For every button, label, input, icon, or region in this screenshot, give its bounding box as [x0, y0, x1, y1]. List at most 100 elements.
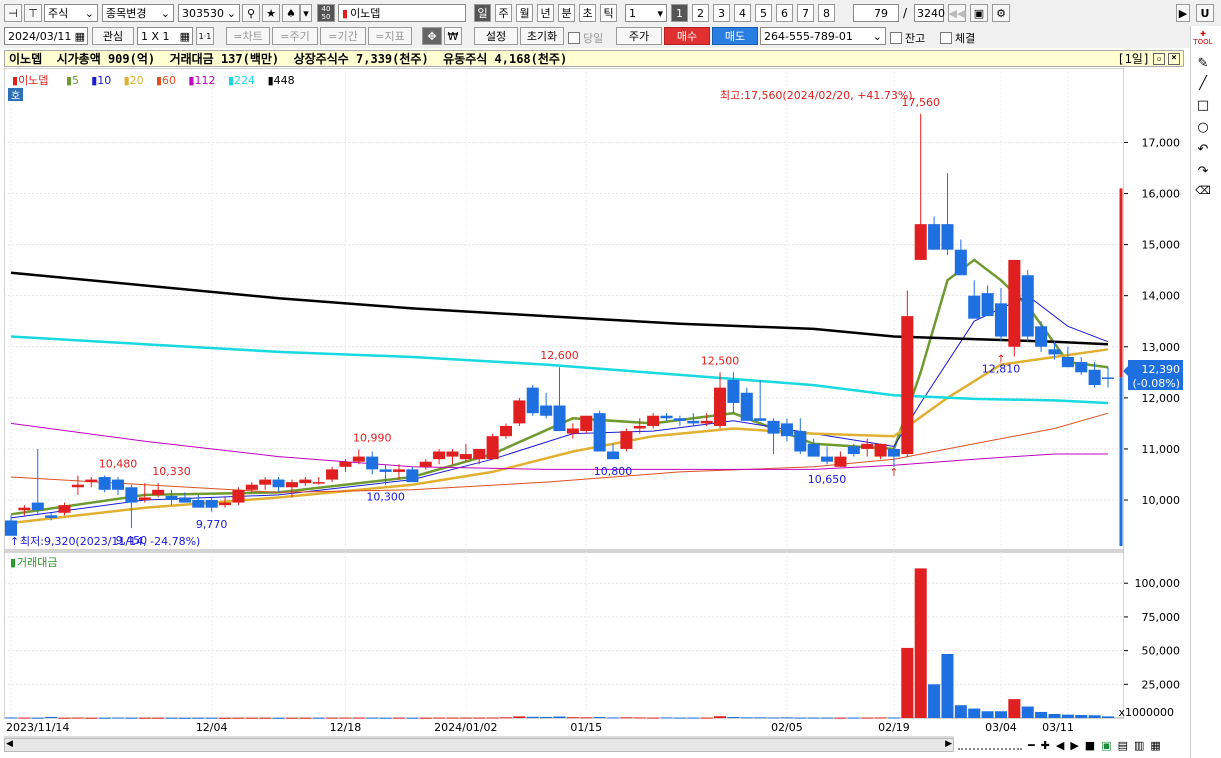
count-input[interactable]: 79 [853, 4, 899, 22]
save-icon[interactable]: ▣ [970, 4, 988, 22]
erase-all-icon[interactable]: ⌫ [1191, 184, 1215, 197]
tab-40-50[interactable]: 40 50 [317, 4, 335, 22]
price-button[interactable]: 주가 [616, 27, 662, 45]
volume-bar [606, 717, 620, 719]
excel-icon[interactable]: ▣ [1101, 739, 1111, 752]
scroll-right-icon[interactable]: ▶ [945, 739, 952, 749]
won-icon[interactable]: ₩ [444, 27, 462, 45]
chart-area[interactable]: 10,000 11,000 12,000 13,000 14,000 15,000 16,0… [3, 67, 1188, 738]
page-tab[interactable]: 2 [692, 4, 709, 22]
chart-button[interactable]: =차트 [226, 27, 270, 45]
period-tab[interactable]: 월 [516, 4, 533, 22]
up-icon[interactable]: ⊤ [24, 4, 42, 22]
scroll-left-icon[interactable]: ◀ [6, 739, 13, 749]
volume-bar [392, 717, 405, 719]
balance-checkbox[interactable]: 잔고 [890, 30, 925, 46]
star-icon[interactable]: ★ [262, 4, 280, 22]
buy-button[interactable]: 매수 [664, 27, 710, 45]
redo-icon[interactable]: ↷ [1191, 164, 1215, 179]
period-tab[interactable]: 주 [495, 4, 512, 22]
search-icon[interactable]: ⚲ [242, 4, 260, 22]
candle [232, 489, 245, 503]
horizontal-scrollbar[interactable]: ◀ ▶ [4, 738, 954, 752]
filled-label: 체결 [955, 32, 976, 45]
volume-bar [513, 716, 526, 718]
code-input[interactable]: 303530 ⌄ [178, 4, 240, 22]
expand-icon[interactable]: ▦ [1150, 739, 1160, 752]
chart-svg[interactable]: 10,000 11,000 12,000 13,000 14,000 15,000 16,0… [3, 67, 1188, 738]
candle [513, 400, 526, 424]
chevron-down-icon: ⌄ [84, 6, 94, 20]
candle [767, 420, 780, 434]
zoom-in-icon[interactable]: ✚ [1041, 739, 1050, 752]
period-tab[interactable]: 년 [537, 4, 554, 22]
rectangle-icon[interactable]: □ [1191, 98, 1215, 113]
chevron-down-icon: ⌄ [160, 6, 170, 20]
page-tab[interactable]: 7 [797, 4, 814, 22]
period-count[interactable]: 1 ▾ [625, 4, 667, 22]
date-input[interactable]: 2024/03/11 ▦ [4, 27, 88, 45]
stock-name: 이노뎁 [350, 7, 381, 20]
page-tab[interactable]: 8 [818, 4, 835, 22]
page-tab[interactable]: 5 [755, 4, 772, 22]
volume-bar [794, 717, 807, 719]
save-icon[interactable]: ▤ [1118, 739, 1128, 752]
candle [1075, 362, 1088, 373]
page-tab[interactable]: 3 [713, 4, 730, 22]
volume-legend: 거래대금 [17, 556, 57, 569]
volume-bar [994, 711, 1007, 718]
line-icon[interactable]: ╱ [1191, 76, 1215, 91]
volume-bar [58, 717, 71, 719]
account-select[interactable]: 264-555-789-01 ⌄ [760, 27, 886, 45]
stock-name-field[interactable]: ▮ 이노뎁 [338, 4, 466, 22]
period-tab[interactable]: 초 [579, 4, 596, 22]
dropdown-icon[interactable]: ▾ [300, 4, 312, 22]
tool-label-icon[interactable]: ✚ TOOL [1191, 30, 1215, 46]
candle [994, 303, 1007, 337]
sell-button[interactable]: 매도 [712, 27, 758, 45]
watch-button[interactable]: 관심 [92, 27, 134, 45]
one-one-button[interactable]: 1·1 [196, 27, 214, 45]
page-tab[interactable]: 4 [734, 4, 751, 22]
candle [58, 505, 71, 513]
nav-right-button[interactable]: ▶ [1176, 4, 1190, 22]
candle [954, 249, 967, 276]
range-button[interactable]: =기간 [320, 27, 366, 45]
period-tab[interactable]: 틱 [600, 4, 617, 22]
today-checkbox[interactable]: 당일 [568, 30, 603, 46]
restore-window-icon[interactable]: ▫ [1153, 52, 1165, 65]
pin-icon[interactable]: ⊣ [4, 4, 22, 22]
undo-icon[interactable]: ↶ [1191, 142, 1215, 157]
zoom-out-icon[interactable]: ━ [1028, 739, 1035, 752]
settings-button[interactable]: 설정 [474, 27, 518, 45]
reset-button[interactable]: 초기화 [520, 27, 564, 45]
u-button[interactable]: U [1196, 4, 1214, 22]
change-select[interactable]: 종목변경 ⌄ [102, 4, 174, 22]
period-tab[interactable]: 일 [474, 4, 491, 22]
page-tab[interactable]: 1 [671, 4, 688, 22]
crosshair-icon[interactable]: ✥ [422, 27, 442, 45]
rewind-icon[interactable]: ◀◀ [948, 4, 966, 22]
hoga-label[interactable]: 호 [11, 90, 20, 102]
period-tab[interactable]: 분 [558, 4, 575, 22]
candle [968, 295, 981, 319]
print-icon[interactable]: ▥ [1134, 739, 1144, 752]
spade-icon[interactable]: ♠ [282, 4, 300, 22]
filled-checkbox[interactable]: 체결 [940, 30, 975, 46]
grid-select[interactable]: 1 X 1 ▦ [137, 27, 193, 45]
pencil-icon[interactable]: ✎ [1191, 56, 1215, 71]
price-label: 10,650 [808, 473, 847, 486]
prev-icon[interactable]: ◀ [1056, 739, 1064, 752]
close-window-icon[interactable]: × [1168, 52, 1180, 65]
calendar-icon[interactable]: ▦ [75, 30, 85, 43]
stop-icon[interactable]: ■ [1085, 739, 1095, 752]
page-tab[interactable]: 6 [776, 4, 793, 22]
next-icon[interactable]: ▶ [1070, 739, 1078, 752]
market-select[interactable]: 주식 ⌄ [44, 4, 98, 22]
zoom-slider[interactable] [958, 740, 1022, 750]
indicator-button[interactable]: =지표 [368, 27, 412, 45]
candle [914, 224, 927, 260]
cycle-button[interactable]: =주기 [272, 27, 318, 45]
gear-icon[interactable]: ⚙ [992, 4, 1010, 22]
circle-icon[interactable]: ○ [1191, 120, 1215, 135]
